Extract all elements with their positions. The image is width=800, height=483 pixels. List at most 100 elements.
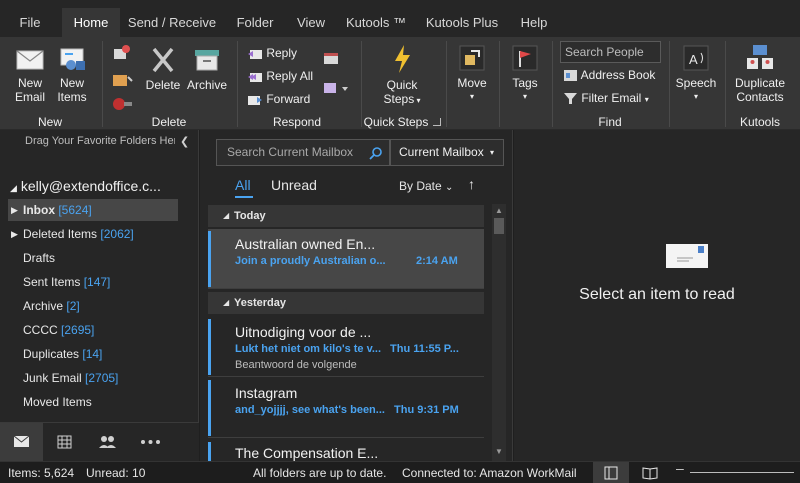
move-button[interactable]: Move ▾: [452, 43, 492, 104]
folder-duplicates[interactable]: Duplicates [14]: [8, 343, 178, 365]
reply-all-button[interactable]: Reply All: [247, 69, 313, 84]
expand-icon[interactable]: ▶: [11, 199, 18, 221]
folder-moved-items[interactable]: Moved Items: [8, 391, 178, 413]
collapse-group-icon[interactable]: ◢: [223, 292, 229, 314]
reading-pane: Select an item to read: [514, 130, 800, 461]
folder-label: CCCC: [23, 323, 58, 337]
mail-item[interactable]: Uitnodiging voor de ... Lukt het niet om…: [208, 317, 484, 377]
filter-all-tab[interactable]: All: [235, 177, 251, 193]
reply-all-label: Reply All: [266, 69, 314, 83]
folder-pane: Drag Your Favorite Folders Here ❮ ◢ kell…: [0, 130, 199, 462]
search-people-input[interactable]: Search People: [560, 41, 661, 63]
forward-label: Forward: [266, 92, 311, 106]
collapse-account-icon[interactable]: ◢: [10, 183, 17, 193]
nav-more-button[interactable]: [129, 423, 172, 462]
group-header-today[interactable]: ◢ Today: [208, 205, 484, 227]
collapse-group-icon[interactable]: ◢: [223, 205, 229, 227]
forward-icon: [248, 95, 262, 105]
quick-steps-dialog-launcher-icon[interactable]: [433, 118, 441, 126]
mail-list-scrollbar[interactable]: ▲ ▼: [492, 204, 506, 461]
folder-drafts[interactable]: Drafts: [8, 247, 178, 269]
new-email-button[interactable]: New Email: [10, 45, 50, 104]
normal-view-icon: [604, 466, 618, 480]
tags-button[interactable]: Tags ▾: [506, 43, 544, 104]
delete-button[interactable]: Delete: [144, 45, 182, 92]
tab-folder[interactable]: Folder: [228, 8, 282, 37]
duplicate-contacts-label-2: Contacts: [736, 90, 784, 104]
folder-deleted-items[interactable]: ▶ Deleted Items [2062]: [8, 223, 178, 245]
group-header-yesterday[interactable]: ◢ Yesterday: [208, 292, 484, 314]
collapse-pane-icon[interactable]: ❮: [180, 135, 189, 148]
reply-button[interactable]: Reply: [247, 46, 297, 61]
address-book-button[interactable]: Address Book: [563, 68, 655, 82]
filter-email-label: Filter Email: [581, 91, 642, 105]
speech-button[interactable]: A Speech ▾: [674, 43, 718, 104]
empty-reading-message: Select an item to read: [579, 286, 735, 303]
sort-direction-icon[interactable]: ↑: [468, 176, 475, 192]
mail-sender: The Compensation E...: [235, 445, 379, 461]
new-email-label-2: Email: [14, 90, 45, 104]
normal-view-button[interactable]: [593, 462, 629, 483]
zoom-slider[interactable]: –: [672, 460, 800, 483]
tab-kutools[interactable]: Kutools ™: [340, 8, 412, 37]
folder-sent-items[interactable]: Sent Items [147]: [8, 271, 178, 293]
nav-mail-button[interactable]: [0, 423, 43, 462]
status-unread-count: Unread: 10: [86, 466, 146, 480]
folder-label: Duplicates: [23, 347, 80, 361]
scrollbar-thumb[interactable]: [494, 218, 504, 234]
calendar-icon: [57, 435, 72, 449]
expand-icon[interactable]: ▶: [11, 223, 18, 245]
nav-people-button[interactable]: [86, 423, 129, 462]
cleanup-icon[interactable]: [110, 71, 134, 91]
folder-label: Sent Items: [23, 275, 81, 289]
group-separator: [499, 41, 500, 127]
group-separator: [552, 41, 553, 127]
tab-send-receive[interactable]: Send / Receive: [124, 8, 220, 37]
zoom-out-icon[interactable]: –: [676, 460, 684, 476]
zoom-track: [690, 472, 794, 473]
search-scope-dropdown[interactable]: Current Mailbox ▾: [390, 139, 504, 166]
tab-kutools-plus[interactable]: Kutools Plus: [420, 8, 504, 37]
folder-junk-email[interactable]: Junk Email [2705]: [8, 367, 178, 389]
group-label: Yesterday: [234, 297, 286, 309]
forward-button[interactable]: Forward: [247, 92, 310, 107]
mail-preview: Beantwoord de volgende: [235, 359, 357, 371]
mail-item[interactable]: Australian owned En... Join a proudly Au…: [208, 229, 484, 289]
filter-email-button[interactable]: Filter Email ▾: [563, 91, 649, 107]
kutools-group-label: Kutools: [739, 115, 781, 129]
mail-item[interactable]: The Compensation E...: [208, 440, 484, 461]
folder-label: Archive: [23, 299, 64, 313]
junk-icon[interactable]: [110, 94, 134, 114]
folder-inbox[interactable]: ▶ Inbox [5624]: [8, 199, 178, 221]
quick-steps-button[interactable]: Quick Steps ▾: [377, 43, 427, 108]
reading-view-button[interactable]: [636, 462, 664, 483]
filter-unread-tab[interactable]: Unread: [271, 177, 317, 193]
tab-view[interactable]: View: [290, 8, 332, 37]
folder-cccc[interactable]: CCCC [2695]: [8, 319, 178, 341]
address-book-label: Address Book: [580, 68, 656, 82]
archive-button[interactable]: Archive: [184, 45, 230, 92]
group-separator: [446, 41, 447, 127]
reply-label: Reply: [266, 46, 298, 60]
nav-calendar-button[interactable]: [43, 423, 86, 462]
tab-help[interactable]: Help: [512, 8, 556, 37]
folder-archive[interactable]: Archive [2]: [8, 295, 178, 317]
tab-file[interactable]: File: [8, 8, 52, 37]
mail-item[interactable]: Instagram and_yojjjj, see what's been...…: [208, 378, 484, 438]
tab-home[interactable]: Home: [62, 8, 120, 37]
new-items-icon: [60, 48, 85, 70]
sort-by-dropdown[interactable]: By Date ⌄: [399, 179, 453, 193]
search-icon[interactable]: [369, 146, 383, 160]
mail-time: 2:14 AM: [416, 255, 458, 267]
scroll-down-icon[interactable]: ▼: [495, 447, 503, 456]
account-header[interactable]: ◢ kelly@extendoffice.c...: [10, 178, 161, 194]
ignore-icon[interactable]: [110, 43, 134, 63]
search-mailbox-input[interactable]: Search Current Mailbox: [216, 139, 390, 166]
more-respond-icon[interactable]: [322, 79, 350, 97]
new-group-label: New: [37, 115, 62, 129]
duplicate-contacts-button[interactable]: Duplicate Contacts: [731, 43, 789, 104]
meeting-icon[interactable]: [322, 49, 340, 67]
tags-label: Tags: [512, 76, 538, 90]
scroll-up-icon[interactable]: ▲: [495, 206, 503, 215]
new-items-button[interactable]: New Items: [52, 45, 92, 104]
